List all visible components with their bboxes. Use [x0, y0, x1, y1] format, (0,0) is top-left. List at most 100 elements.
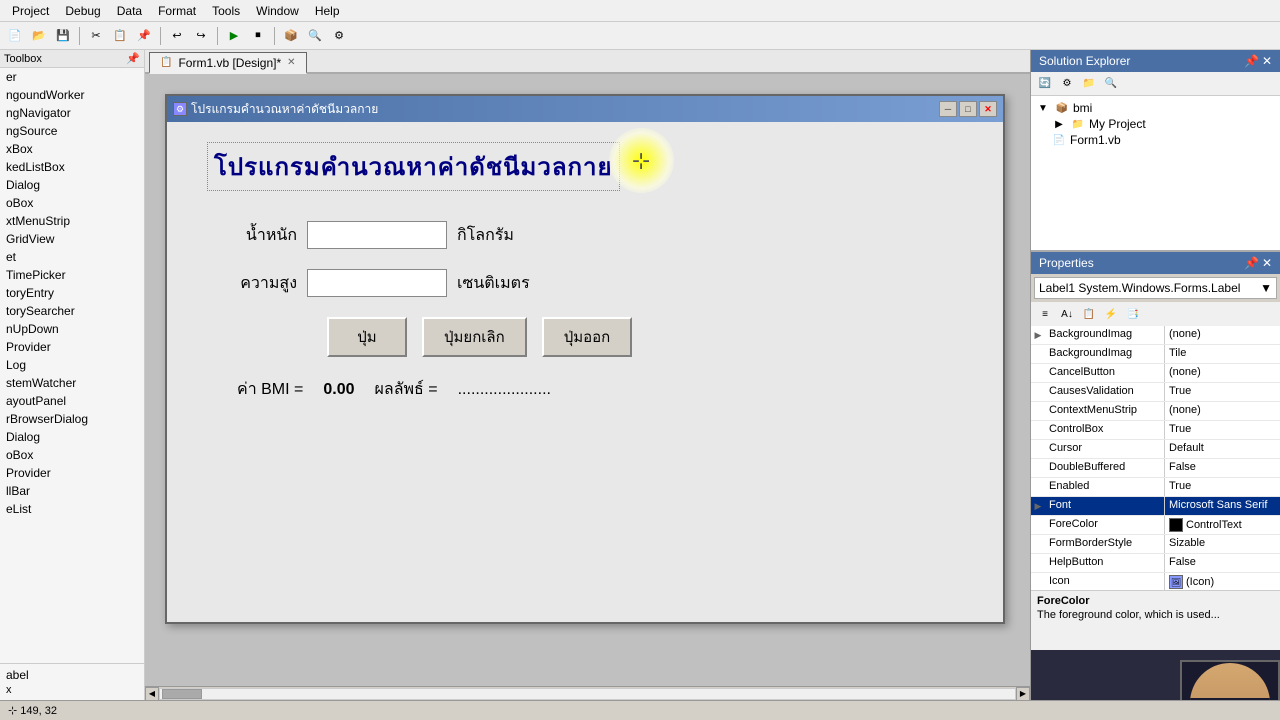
sidebar-item[interactable]: ngoundWorker	[0, 86, 144, 104]
prop-row[interactable]: CausesValidationTrue	[1031, 383, 1280, 402]
bmi-value: 0.00	[323, 381, 354, 399]
design-canvas[interactable]: ⚙ โปรแกรมคำนวณหาค่าดัชนีมวลกาย ─ □ ✕ โปร…	[145, 74, 1030, 686]
sidebar-item[interactable]: stemWatcher	[0, 374, 144, 392]
sidebar-item[interactable]: et	[0, 248, 144, 266]
sidebar-item[interactable]: er	[0, 68, 144, 86]
props-close-icon[interactable]: ✕	[1262, 256, 1272, 270]
toolbar-paste[interactable]: 📌	[133, 25, 155, 47]
toolbar-search[interactable]: 🔍	[304, 25, 326, 47]
sidebar-item[interactable]: xtMenuStrip	[0, 212, 144, 230]
sol-tool-3[interactable]: 📁	[1079, 75, 1099, 93]
sidebar-item[interactable]: Log	[0, 356, 144, 374]
tree-item-root[interactable]: ▼ 📦 bmi	[1035, 100, 1276, 116]
toolbar-pkg[interactable]: 📦	[280, 25, 302, 47]
sol-close-icon[interactable]: ✕	[1262, 54, 1272, 68]
menu-data[interactable]: Data	[109, 2, 150, 20]
toolbar-cut[interactable]: ✂	[85, 25, 107, 47]
prop-row[interactable]: BackgroundImagTile	[1031, 345, 1280, 364]
props-az-btn[interactable]: A↓	[1057, 305, 1077, 323]
toolbar-run[interactable]: ▶	[223, 25, 245, 47]
h-scroll-thumb[interactable]	[162, 689, 202, 699]
sidebar-pin[interactable]: 📌	[126, 52, 140, 65]
vb-win-minimize[interactable]: ─	[939, 101, 957, 117]
sidebar-item[interactable]: GridView	[0, 230, 144, 248]
props-cat-btn[interactable]: ≡	[1035, 305, 1055, 323]
btn-calculate[interactable]: ปุ่ม	[327, 317, 407, 357]
tree-item-form1[interactable]: 📄 Form1.vb	[1035, 132, 1276, 148]
prop-row[interactable]: HelpButtonFalse	[1031, 554, 1280, 573]
menu-project[interactable]: Project	[4, 2, 57, 20]
menu-tools[interactable]: Tools	[204, 2, 248, 20]
toolbar-settings[interactable]: ⚙	[328, 25, 350, 47]
vb-win-close[interactable]: ✕	[979, 101, 997, 117]
prop-row[interactable]: CancelButton(none)	[1031, 364, 1280, 383]
menu-help[interactable]: Help	[307, 2, 348, 20]
props-pin-icon[interactable]: 📌	[1244, 256, 1259, 270]
sidebar-item[interactable]: ayoutPanel	[0, 392, 144, 410]
sidebar-item[interactable]: kedListBox	[0, 158, 144, 176]
prop-row[interactable]: Icon🖼(Icon)	[1031, 573, 1280, 590]
sol-pin-icon[interactable]: 📌	[1244, 54, 1259, 68]
sidebar-item[interactable]: rBrowserDialog	[0, 410, 144, 428]
h-scroll-right[interactable]: ▶	[1016, 687, 1030, 701]
webcam-face	[1190, 663, 1270, 701]
toolbar-copy[interactable]: 📋	[109, 25, 131, 47]
sidebar-item[interactable]: Dialog	[0, 428, 144, 446]
sidebar-item[interactable]: oBox	[0, 194, 144, 212]
prop-row[interactable]: FormBorderStyleSizable	[1031, 535, 1280, 554]
sidebar-item[interactable]: oBox	[0, 446, 144, 464]
prop-row[interactable]: ControlBoxTrue	[1031, 421, 1280, 440]
menu-format[interactable]: Format	[150, 2, 204, 20]
tab-form1-design[interactable]: 📋 Form1.vb [Design]* ✕	[149, 52, 307, 74]
prop-row[interactable]: DoubleBufferedFalse	[1031, 459, 1280, 478]
sidebar-item[interactable]: nUpDown	[0, 320, 144, 338]
sidebar-item[interactable]: llBar	[0, 482, 144, 500]
toolbar: 📄 📂 💾 ✂ 📋 📌 ↩ ↪ ▶ ⏹ 📦 🔍 ⚙	[0, 22, 1280, 50]
prop-row[interactable]: ▶BackgroundImag(none)	[1031, 326, 1280, 345]
tab-close-btn[interactable]: ✕	[287, 57, 295, 68]
sidebar-item[interactable]: torySearcher	[0, 302, 144, 320]
prop-row[interactable]: ForeColorControlText	[1031, 516, 1280, 535]
sidebar-item[interactable]: TimePicker	[0, 266, 144, 284]
form-title-container[interactable]: โปรแกรมคำนวณหาค่าดัชนีมวลกาย ⊹	[207, 142, 620, 191]
props-prop-btn[interactable]: 📋	[1079, 305, 1099, 323]
toolbar-open[interactable]: 📂	[28, 25, 50, 47]
tree-item-myproject[interactable]: ▶ 📁 My Project	[1035, 116, 1276, 132]
weight-input[interactable]	[307, 221, 447, 249]
props-event-btn[interactable]: ⚡	[1101, 305, 1121, 323]
h-scroll-left[interactable]: ◀	[145, 687, 159, 701]
menu-window[interactable]: Window	[248, 2, 307, 20]
sidebar-item[interactable]: ngSource	[0, 122, 144, 140]
prop-row[interactable]: CursorDefault	[1031, 440, 1280, 459]
props-pg-btn[interactable]: 📑	[1123, 305, 1143, 323]
sidebar-item[interactable]: Dialog	[0, 176, 144, 194]
btn-exit[interactable]: ปุ่มออก	[542, 317, 633, 357]
sidebar-item[interactable]: toryEntry	[0, 284, 144, 302]
prop-row[interactable]: ▶FontMicrosoft Sans Serif	[1031, 497, 1280, 516]
toolbar-stop[interactable]: ⏹	[247, 25, 269, 47]
prop-expand-icon	[1031, 554, 1045, 572]
sol-tool-4[interactable]: 🔍	[1101, 75, 1121, 93]
prop-name: ForeColor	[1045, 516, 1165, 534]
prop-row[interactable]: EnabledTrue	[1031, 478, 1280, 497]
prop-name: ControlBox	[1045, 421, 1165, 439]
vb-win-maximize[interactable]: □	[959, 101, 977, 117]
sidebar-item[interactable]: xBox	[0, 140, 144, 158]
sidebar-item[interactable]: eList	[0, 500, 144, 518]
properties-selector[interactable]: Label1 System.Windows.Forms.Label ▼	[1034, 277, 1277, 299]
sol-tool-1[interactable]: 🔄	[1035, 75, 1055, 93]
height-input[interactable]	[307, 269, 447, 297]
toolbar-undo[interactable]: ↩	[166, 25, 188, 47]
sol-tool-2[interactable]: ⚙	[1057, 75, 1077, 93]
sidebar-item[interactable]: Provider	[0, 464, 144, 482]
toolbar-save[interactable]: 💾	[52, 25, 74, 47]
menu-debug[interactable]: Debug	[57, 2, 108, 20]
prop-row[interactable]: ContextMenuStrip(none)	[1031, 402, 1280, 421]
sidebar-item[interactable]: Provider	[0, 338, 144, 356]
h-scroll-track[interactable]	[159, 688, 1016, 700]
toolbar-new[interactable]: 📄	[4, 25, 26, 47]
sidebar-item[interactable]: ngNavigator	[0, 104, 144, 122]
prop-name: CausesValidation	[1045, 383, 1165, 401]
toolbar-redo[interactable]: ↪	[190, 25, 212, 47]
btn-cancel[interactable]: ปุ่มยกเลิก	[422, 317, 527, 357]
